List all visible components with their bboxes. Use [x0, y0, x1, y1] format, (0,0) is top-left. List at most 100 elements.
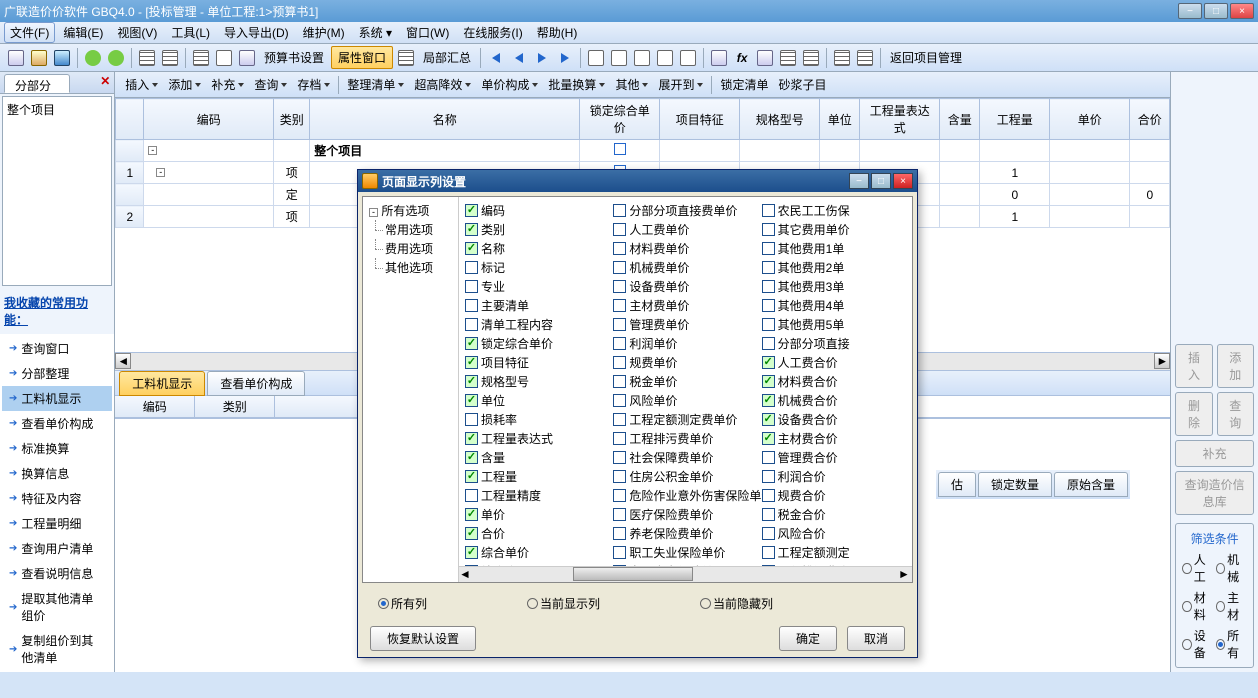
tool11-icon[interactable] — [832, 48, 852, 68]
checkbox-icon[interactable] — [465, 489, 478, 502]
chk-col3-16[interactable]: 税金合价 — [760, 505, 908, 524]
chk-col3-13[interactable]: 管理费合价 — [760, 448, 908, 467]
dlg-scroll-right-icon[interactable]: ► — [898, 567, 912, 581]
maximize-button[interactable]: □ — [1204, 3, 1228, 19]
checkbox-icon[interactable] — [613, 280, 626, 293]
chk-col2-5[interactable]: 主材费单价 — [611, 296, 759, 315]
expand-icon[interactable]: - — [156, 168, 165, 177]
checkbox-icon[interactable] — [465, 261, 478, 274]
checkbox-icon[interactable] — [762, 489, 775, 502]
chk-col3-3[interactable]: 其他费用2单 — [760, 258, 908, 277]
query-cost-db-button[interactable]: 查询造价信息库 — [1175, 471, 1254, 515]
menu-9[interactable]: 帮助(H) — [531, 22, 584, 43]
checkbox-icon[interactable] — [465, 451, 478, 464]
supplement-button[interactable]: 补充 — [1175, 440, 1254, 467]
checkbox-icon[interactable] — [613, 356, 626, 369]
tool7-icon[interactable]: fx — [732, 48, 752, 68]
table-row[interactable]: -整个项目 — [116, 140, 1170, 162]
checkbox-icon[interactable] — [762, 413, 775, 426]
chk-col2-13[interactable]: 社会保障费单价 — [611, 448, 759, 467]
nav-last-icon[interactable] — [555, 48, 575, 68]
hidden-tab-0[interactable]: 估 — [938, 472, 976, 497]
tb2-11[interactable]: 展开到 — [654, 74, 707, 95]
redo-icon[interactable] — [83, 48, 103, 68]
chk-col1-14[interactable]: 工程量 — [463, 467, 611, 486]
col-0[interactable] — [116, 99, 144, 140]
tb2-0[interactable]: 插入 — [121, 74, 162, 95]
menu-0[interactable]: 文件(F) — [4, 22, 55, 43]
dlg-scroll-left-icon[interactable]: ◄ — [459, 567, 473, 581]
col-3[interactable]: 名称 — [310, 99, 580, 140]
col-7[interactable]: 单位 — [820, 99, 860, 140]
nav-first-icon[interactable] — [486, 48, 506, 68]
chk-col1-8[interactable]: 项目特征 — [463, 353, 611, 372]
minimize-button[interactable]: − — [1178, 3, 1202, 19]
tb2-1[interactable]: 添加 — [164, 74, 205, 95]
dlg-tree-1[interactable]: 常用选项 — [367, 220, 454, 239]
menu-4[interactable]: 导入导出(D) — [218, 22, 295, 43]
close-tab-icon[interactable]: ✕ — [100, 74, 110, 93]
dialog-hscroll[interactable]: ◄ ► — [459, 566, 912, 582]
menu-5[interactable]: 维护(M) — [297, 22, 351, 43]
nav-next-icon[interactable] — [532, 48, 552, 68]
chk-col2-9[interactable]: 税金单价 — [611, 372, 759, 391]
checkbox-icon[interactable] — [762, 318, 775, 331]
chk-col2-17[interactable]: 养老保险费单价 — [611, 524, 759, 543]
filter-人工[interactable]: 人工 — [1182, 551, 1213, 585]
dialog-maximize-button[interactable]: □ — [871, 173, 891, 189]
tool10-icon[interactable] — [801, 48, 821, 68]
tb2-3[interactable]: 查询 — [250, 74, 291, 95]
chk-col2-12[interactable]: 工程排污费单价 — [611, 429, 759, 448]
checkbox-icon[interactable] — [613, 470, 626, 483]
checkbox-icon[interactable] — [762, 280, 775, 293]
dlg-tree-3[interactable]: 其他选项 — [367, 258, 454, 277]
chk-col2-6[interactable]: 管理费单价 — [611, 315, 759, 334]
checkbox-icon[interactable] — [613, 432, 626, 445]
scroll-right-icon[interactable]: ► — [1154, 353, 1170, 369]
checkbox-icon[interactable] — [762, 261, 775, 274]
checkbox-icon[interactable] — [613, 508, 626, 521]
chk-col3-12[interactable]: 主材费合价 — [760, 429, 908, 448]
checkbox-icon[interactable] — [465, 299, 478, 312]
subcol-0[interactable]: 编码 — [115, 396, 195, 417]
fav-item-4[interactable]: ➔标准换算 — [2, 436, 112, 461]
scroll-left-icon[interactable]: ◄ — [115, 353, 131, 369]
tb2-14[interactable]: 砂浆子目 — [774, 74, 830, 95]
tool5-icon[interactable] — [678, 48, 698, 68]
checkbox-icon[interactable] — [762, 508, 775, 521]
tab-fenbu[interactable]: 分部分项 — [4, 74, 70, 93]
grid-icon[interactable] — [137, 48, 157, 68]
chk-col1-16[interactable]: 单价 — [463, 505, 611, 524]
save-icon[interactable] — [52, 48, 72, 68]
tb2-2[interactable]: 补充 — [207, 74, 248, 95]
chk-col1-5[interactable]: 主要清单 — [463, 296, 611, 315]
reset-defaults-button[interactable]: 恢复默认设置 — [370, 626, 476, 651]
nav-prev-icon[interactable] — [509, 48, 529, 68]
tool8-icon[interactable] — [755, 48, 775, 68]
btab-0[interactable]: 工料机显示 — [119, 371, 205, 396]
checkbox-icon[interactable] — [465, 242, 478, 255]
menu-7[interactable]: 窗口(W) — [400, 22, 455, 43]
checkbox-icon[interactable] — [762, 527, 775, 540]
checkbox-icon[interactable] — [465, 508, 478, 521]
fav-item-7[interactable]: ➔工程量明细 — [2, 511, 112, 536]
hidden-tab-1[interactable]: 锁定数量 — [978, 472, 1052, 497]
checkbox-icon[interactable] — [762, 470, 775, 483]
tb2-7[interactable]: 超高降效 — [410, 74, 475, 95]
tb2-9[interactable]: 批量换算 — [544, 74, 609, 95]
open-icon[interactable] — [29, 48, 49, 68]
checkbox-icon[interactable] — [762, 299, 775, 312]
fav-item-5[interactable]: ➔换算信息 — [2, 461, 112, 486]
chk-col2-15[interactable]: 危险作业意外伤害保险单价 — [611, 486, 759, 505]
tb2-6[interactable]: 整理清单 — [343, 74, 408, 95]
checkbox-icon[interactable] — [762, 356, 775, 369]
expand-icon[interactable]: - — [369, 208, 378, 217]
col-9[interactable]: 含量 — [940, 99, 980, 140]
tool12-icon[interactable] — [855, 48, 875, 68]
checkbox-icon[interactable] — [762, 451, 775, 464]
checkbox-icon[interactable] — [613, 337, 626, 350]
checkbox-icon[interactable] — [613, 223, 626, 236]
undo-icon[interactable] — [106, 48, 126, 68]
chk-col3-4[interactable]: 其他费用3单 — [760, 277, 908, 296]
bureau-icon[interactable] — [396, 48, 416, 68]
